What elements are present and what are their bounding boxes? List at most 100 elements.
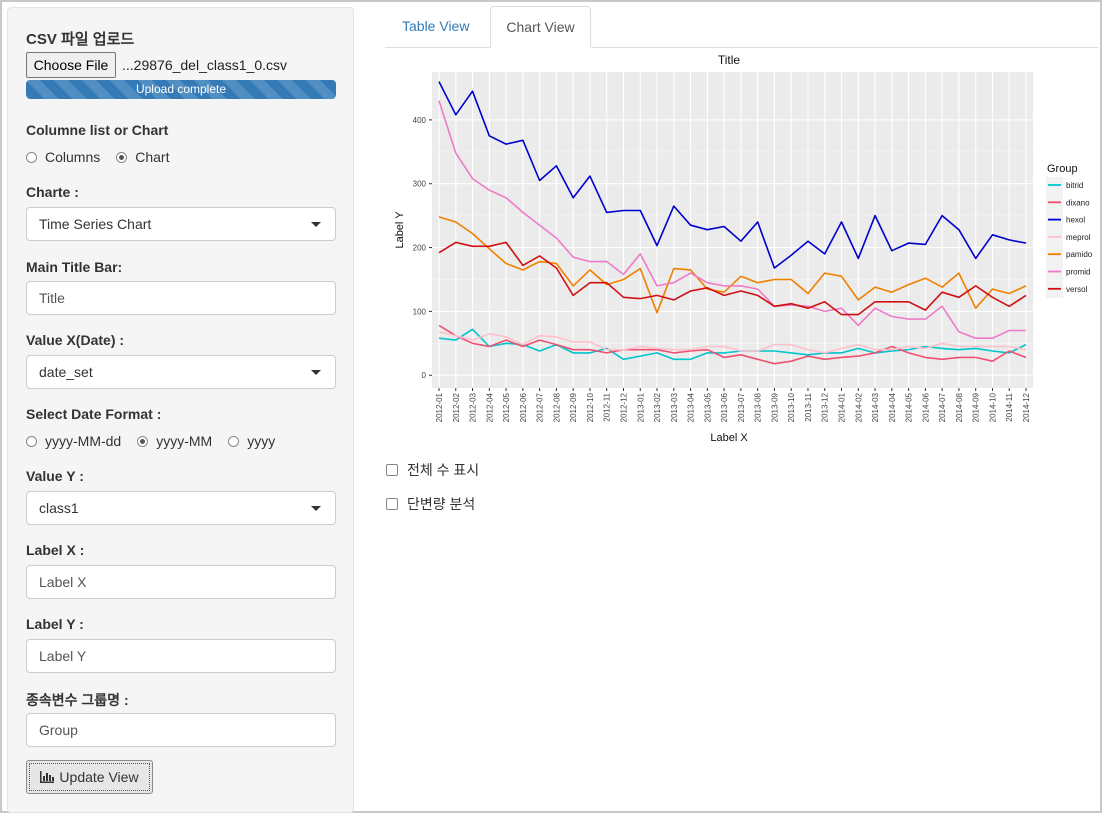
- x-tick-label: 2014-03: [871, 392, 880, 422]
- date-format-option-3[interactable]: yyyy: [228, 433, 275, 449]
- x-tick-label: 2012-10: [586, 392, 595, 422]
- value-y-select[interactable]: class1: [26, 491, 336, 525]
- y-tick-label: 100: [413, 307, 427, 316]
- group-input[interactable]: Group: [26, 713, 336, 747]
- x-tick-label: 2013-04: [687, 392, 696, 422]
- mode-option-columns[interactable]: Columns: [26, 149, 100, 165]
- choose-file-button[interactable]: Choose File: [26, 52, 116, 78]
- x-tick-label: 2013-09: [770, 392, 779, 422]
- file-name: ...29876_del_class1_0.csv: [122, 57, 287, 73]
- x-tick-label: 2012-02: [452, 392, 461, 422]
- x-tick-label: 2014-04: [888, 392, 897, 422]
- upload-label: CSV 파일 업로드: [26, 31, 135, 48]
- legend-label-pamido: pamido: [1066, 250, 1093, 259]
- radio-chart[interactable]: [116, 151, 128, 163]
- chevron-down-icon: [311, 506, 321, 511]
- univariate-label: 단변량 분석: [407, 496, 476, 512]
- x-tick-label: 2013-08: [754, 392, 763, 422]
- x-tick-label: 2012-12: [619, 392, 628, 422]
- label-x-label: Label X :: [26, 542, 85, 558]
- x-tick-label: 2014-01: [838, 392, 847, 422]
- radio-columns[interactable]: [26, 151, 37, 163]
- show-total-label: 전체 수 표시: [407, 462, 480, 478]
- y-tick-label: 200: [413, 244, 427, 253]
- mode-label: Columne list or Chart: [26, 122, 169, 138]
- value-x-select[interactable]: date_set: [26, 355, 336, 389]
- chevron-down-icon: [311, 222, 321, 227]
- chevron-down-icon: [311, 370, 321, 375]
- y-tick-label: 400: [413, 116, 427, 125]
- x-tick-label: 2014-11: [1005, 392, 1014, 421]
- show-total-checkbox[interactable]: [386, 464, 398, 476]
- radio-date-day-label: yyyy-MM-dd: [45, 433, 122, 449]
- x-tick-label: 2012-09: [569, 392, 578, 422]
- x-tick-label: 2014-10: [988, 392, 997, 422]
- x-tick-label: 2013-07: [737, 392, 746, 422]
- x-tick-label: 2012-07: [536, 392, 545, 422]
- radio-date-day[interactable]: [26, 435, 37, 447]
- x-tick-label: 2014-08: [955, 392, 964, 422]
- time-series-chart: Title Label X Label Y 0 100 200 300 400 2012-…: [394, 53, 1093, 444]
- update-view-label: Update View: [59, 769, 139, 785]
- tab-table-view[interactable]: Table View: [387, 6, 484, 47]
- tab-chart-view[interactable]: Chart View: [490, 6, 591, 48]
- x-tick-label: 2012-05: [502, 392, 511, 422]
- univariate-option[interactable]: 단변량 분석: [386, 494, 475, 514]
- upload-progress-bar: Upload complete: [26, 80, 336, 99]
- label-x-input[interactable]: Label X: [26, 565, 336, 599]
- date-format-radio-group: yyyy-MM-dd yyyy-MM yyyy: [26, 433, 291, 449]
- x-tick-label: 2014-05: [905, 392, 914, 422]
- title-input[interactable]: Title: [26, 281, 336, 315]
- x-tick-label: 2014-06: [921, 392, 930, 422]
- x-tick-label: 2014-07: [938, 392, 947, 422]
- radio-date-month[interactable]: [137, 435, 149, 447]
- x-tick-label: 2013-02: [653, 392, 662, 422]
- date-format-label: Select Date Format :: [26, 406, 162, 422]
- y-tick-label: 0: [422, 371, 427, 380]
- legend-label-promid: promid: [1066, 268, 1090, 277]
- upload-status: Upload complete: [135, 82, 227, 96]
- x-tick-label: 2012-11: [603, 392, 612, 421]
- univariate-checkbox[interactable]: [386, 498, 398, 510]
- legend-label-meprol: meprol: [1066, 233, 1091, 242]
- update-view-button[interactable]: Update View: [26, 760, 153, 794]
- x-axis-label: Label X: [710, 432, 748, 444]
- x-tick-label: 2012-08: [552, 392, 561, 422]
- x-tick-label: 2014-09: [972, 392, 981, 422]
- x-tick-label: 2014-02: [854, 392, 863, 422]
- x-tick-label: 2013-03: [670, 392, 679, 422]
- y-axis-label: Label Y: [394, 211, 406, 249]
- chart-type-value: Time Series Chart: [39, 216, 152, 232]
- value-x-value: date_set: [39, 364, 93, 380]
- x-tick-label: 2013-06: [720, 392, 729, 422]
- legend-label-bitrid: bitrid: [1066, 181, 1083, 190]
- x-tick-label: 2012-03: [469, 392, 478, 422]
- radio-date-month-label: yyyy-MM: [156, 433, 213, 449]
- sidebar-panel: CSV 파일 업로드 Choose File ...29876_del_clas…: [7, 7, 354, 813]
- legend-title: Group: [1047, 163, 1078, 175]
- label-y-input[interactable]: Label Y: [26, 639, 336, 673]
- show-total-option[interactable]: 전체 수 표시: [386, 460, 479, 480]
- date-format-option-1[interactable]: yyyy-MM-dd: [26, 433, 121, 449]
- value-y-label: Value Y :: [26, 468, 84, 484]
- chart-type-select[interactable]: Time Series Chart: [26, 207, 336, 241]
- x-tick-label: 2012-04: [485, 392, 494, 422]
- mode-radio-group: Columns Chart: [26, 149, 185, 165]
- bar-chart-icon: [40, 771, 55, 783]
- y-tick-label: 300: [413, 180, 427, 189]
- legend-label-dixano: dixano: [1066, 198, 1090, 207]
- x-tick-label: 2014-12: [1022, 392, 1031, 422]
- radio-columns-label: Columns: [45, 149, 101, 165]
- radio-chart-label: Chart: [135, 149, 170, 165]
- date-format-option-2[interactable]: yyyy-MM: [137, 433, 212, 449]
- group-label: 종속변수 그룹명 :: [26, 692, 129, 708]
- mode-option-chart[interactable]: Chart: [116, 149, 169, 165]
- x-tick-label: 2013-11: [804, 392, 813, 421]
- value-y-value: class1: [39, 500, 79, 516]
- label-y-label: Label Y :: [26, 616, 84, 632]
- x-tick-label: 2012-06: [519, 392, 528, 422]
- radio-date-year[interactable]: [228, 435, 240, 447]
- value-x-label: Value X(Date) :: [26, 332, 125, 348]
- title-label: Main Title Bar:: [26, 259, 123, 275]
- chart-type-label: Charte :: [26, 184, 79, 200]
